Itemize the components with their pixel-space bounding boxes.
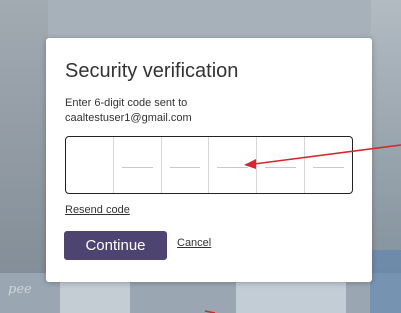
code-digit-4[interactable]	[208, 137, 256, 193]
digit-placeholder-dash	[265, 167, 297, 168]
code-digit-2[interactable]	[112, 137, 161, 193]
dialog-instructions: Enter 6-digit code sent to caaltestuser1…	[65, 96, 345, 126]
digit-placeholder-dash	[169, 167, 201, 168]
background-image-book	[236, 278, 346, 313]
continue-button[interactable]: Continue	[64, 231, 167, 260]
resend-code-link[interactable]: Resend code	[65, 204, 130, 216]
background-image-glass	[370, 250, 401, 313]
background-strip-top	[0, 0, 401, 40]
digit-placeholder-dash	[217, 167, 249, 168]
code-digit-3[interactable]	[160, 137, 209, 193]
instruction-text: Enter 6-digit code sent to	[65, 97, 188, 109]
verification-code-input[interactable]	[65, 136, 353, 194]
code-digit-1[interactable]	[66, 137, 113, 193]
background-strip-left	[0, 0, 48, 313]
code-digit-6[interactable]	[304, 137, 352, 193]
digit-placeholder-dash	[121, 167, 153, 168]
code-digit-5[interactable]	[256, 137, 304, 193]
dialog-title: Security verification	[65, 60, 239, 82]
background-script-text: pee	[8, 282, 32, 297]
security-verification-dialog: Security verification Enter 6-digit code…	[46, 38, 372, 282]
email-text: caaltestuser1@gmail.com	[65, 112, 192, 124]
digit-placeholder-dash	[313, 167, 344, 168]
background-image-face	[60, 278, 130, 313]
cancel-link[interactable]: Cancel	[177, 237, 211, 249]
